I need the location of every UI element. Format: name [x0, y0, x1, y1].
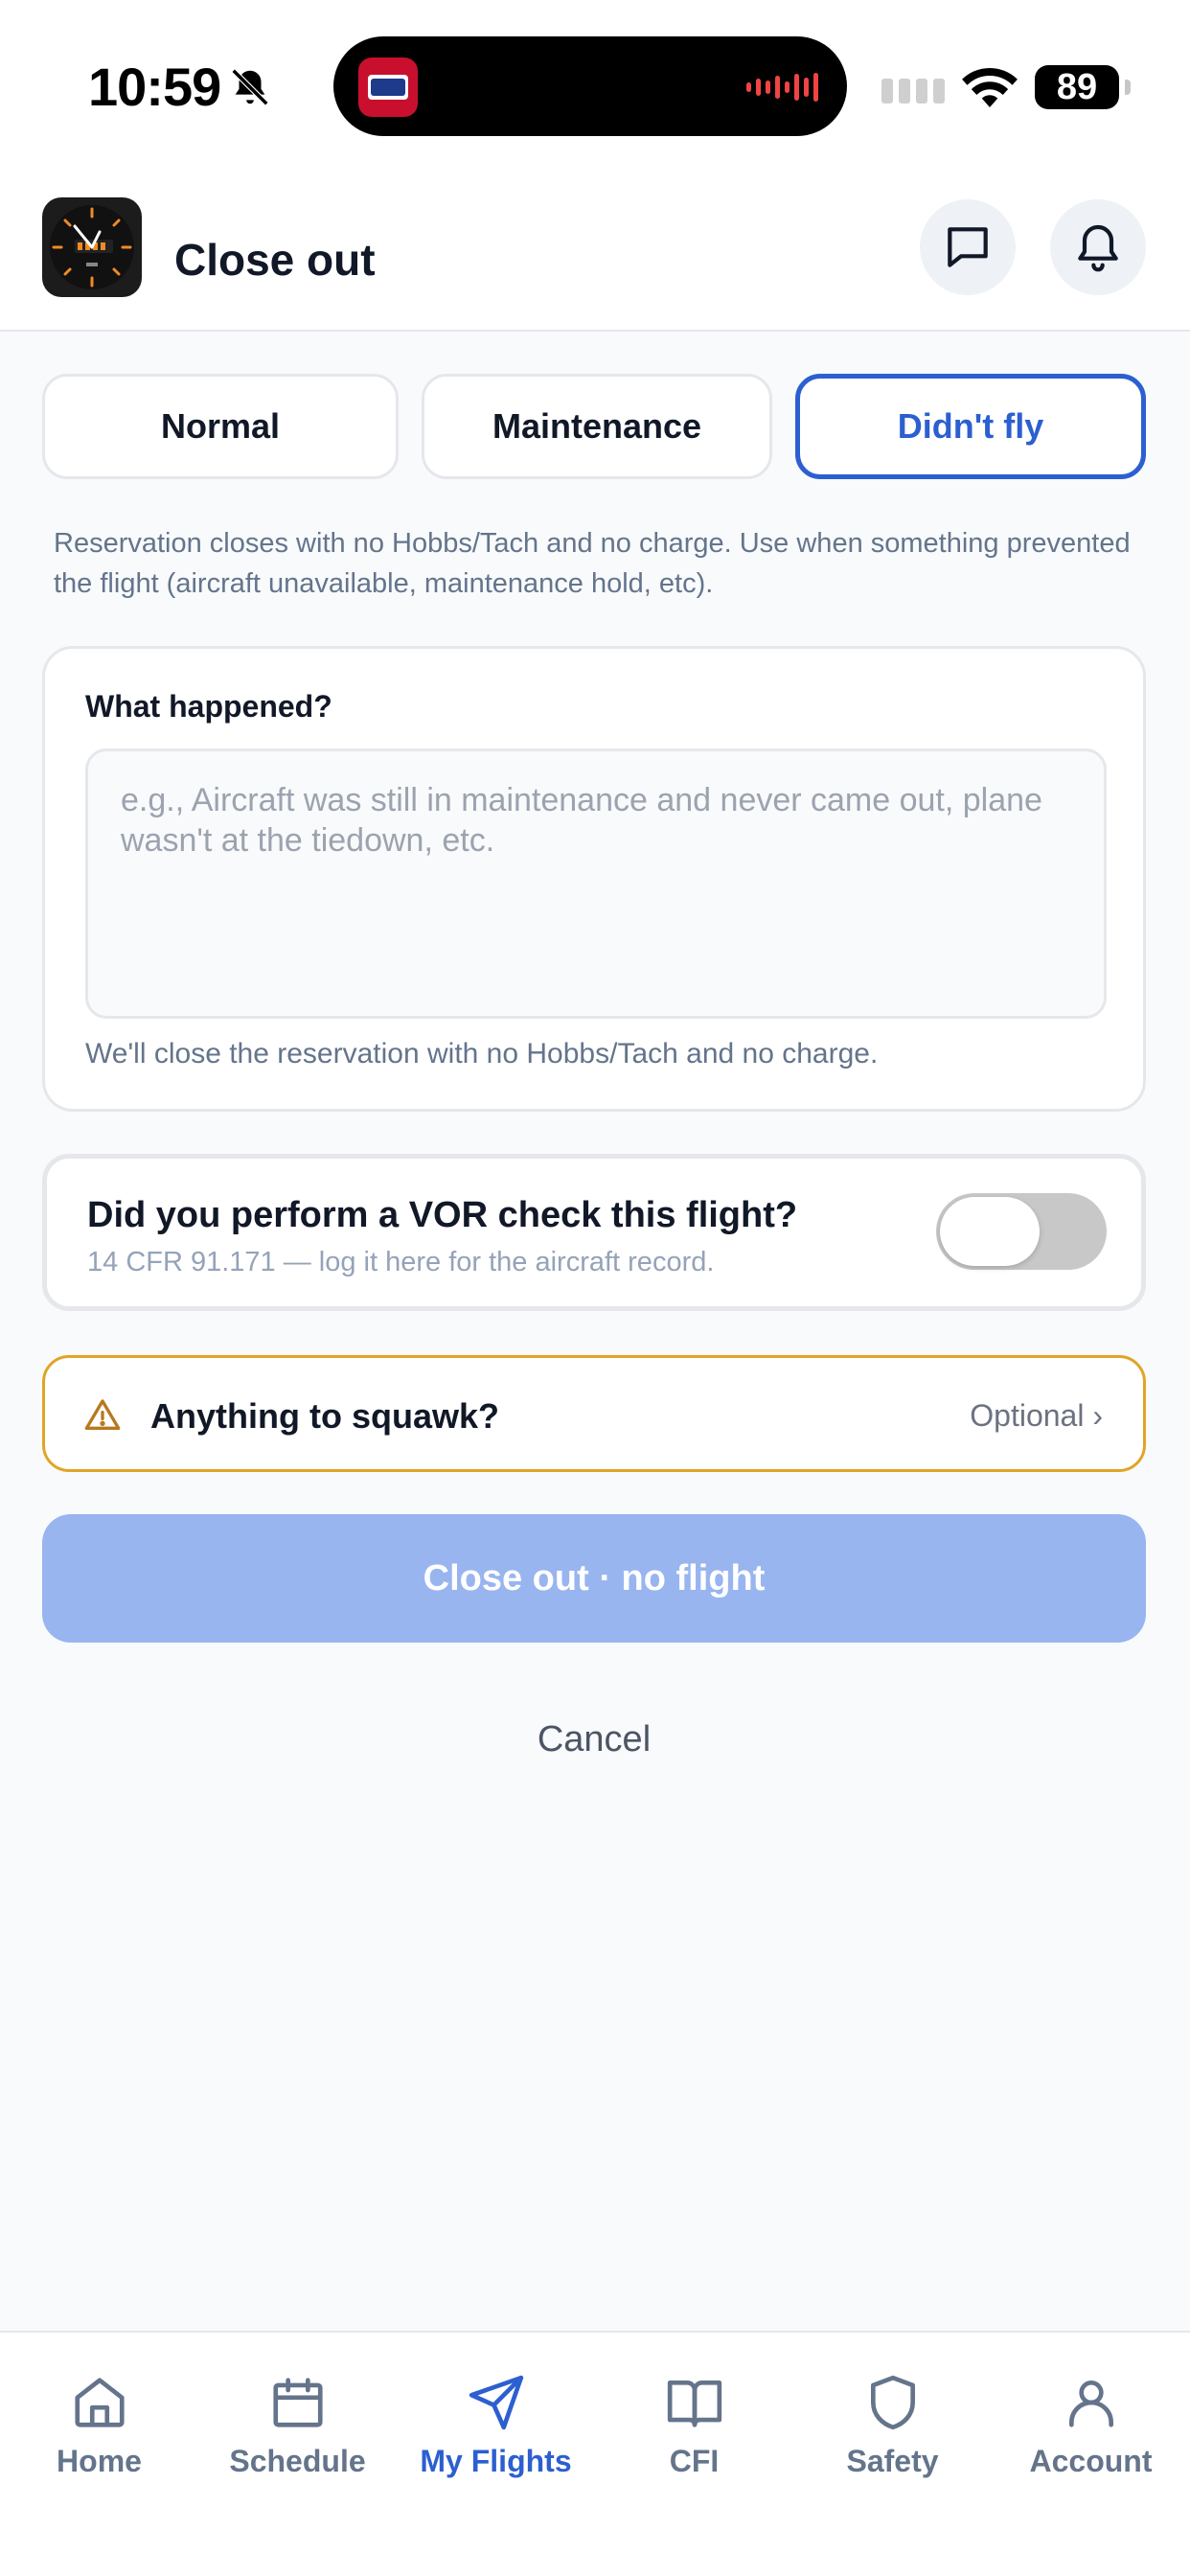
app-header: Close out: [0, 172, 1190, 332]
vor-check-card: Did you perform a VOR check this flight?…: [42, 1154, 1146, 1311]
bell-icon: [1078, 224, 1118, 272]
status-time: 10:59: [88, 57, 221, 117]
toggle-knob: [940, 1197, 1040, 1266]
book-icon: [667, 2380, 721, 2427]
cancel-button[interactable]: Cancel: [498, 1719, 690, 1773]
vor-check-title: Did you perform a VOR check this flight?: [87, 1195, 798, 1235]
squawk-row[interactable]: Anything to squawk? Optional ›: [42, 1355, 1146, 1472]
shield-icon: [870, 2375, 915, 2430]
tab-cfi[interactable]: CFI: [595, 2333, 793, 2505]
notifications-button[interactable]: [1050, 199, 1146, 295]
mode-description: Reservation closes with no Hobbs/Tach an…: [54, 528, 1131, 599]
tab-safety-label: Safety: [846, 2444, 939, 2478]
chat-button[interactable]: [920, 199, 1016, 295]
tab-account[interactable]: Account: [992, 2333, 1190, 2505]
tab-schedule-label: Schedule: [229, 2444, 366, 2478]
bell-muted-icon: [231, 68, 269, 106]
tab-schedule[interactable]: Schedule: [198, 2333, 397, 2505]
clock-logo-icon[interactable]: [42, 197, 142, 297]
what-happened-help: We'll close the reservation with no Hobb…: [85, 1038, 879, 1070]
chat-icon: [948, 227, 988, 267]
what-happened-card: What happened? We'll close the reservati…: [42, 646, 1146, 1112]
squawk-optional: Optional ›: [970, 1398, 1103, 1433]
vor-check-toggle[interactable]: [936, 1193, 1107, 1270]
paper-plane-icon: [469, 2375, 523, 2430]
audio-waveform-icon: [746, 73, 818, 102]
home-icon: [74, 2378, 125, 2427]
tab-home-label: Home: [57, 2444, 142, 2478]
cellular-signal-icon: [881, 79, 945, 104]
home-indicator[interactable]: [456, 2540, 734, 2549]
mode-didnt-fly-button[interactable]: Didn't fly: [795, 374, 1146, 479]
tab-my-flights-label: My Flights: [420, 2444, 572, 2478]
tab-cfi-label: CFI: [669, 2444, 720, 2478]
live-activity-app-icon: [358, 58, 418, 117]
user-icon: [1068, 2380, 1113, 2427]
tab-home[interactable]: Home: [0, 2333, 198, 2505]
mode-maintenance-button[interactable]: Maintenance: [422, 374, 772, 479]
page-title: Close out: [174, 235, 376, 285]
mode-normal-button[interactable]: Normal: [42, 374, 399, 479]
vor-check-subtitle: 14 CFR 91.171 — log it here for the airc…: [87, 1247, 715, 1277]
what-happened-label: What happened?: [85, 689, 332, 724]
squawk-label: Anything to squawk?: [150, 1396, 499, 1436]
tab-safety[interactable]: Safety: [793, 2333, 992, 2505]
warning-icon: [84, 1399, 121, 1430]
battery-indicator: 89: [1035, 65, 1131, 109]
dynamic-island[interactable]: [333, 36, 847, 136]
calendar-icon: [272, 2378, 323, 2427]
status-bar: 10:59 89: [0, 0, 1190, 172]
tab-my-flights[interactable]: My Flights: [397, 2333, 595, 2505]
tab-account-label: Account: [1029, 2444, 1153, 2478]
what-happened-input[interactable]: [85, 748, 1107, 1019]
close-out-no-flight-button[interactable]: Close out · no flight: [42, 1514, 1146, 1643]
wifi-icon: [962, 67, 1018, 107]
